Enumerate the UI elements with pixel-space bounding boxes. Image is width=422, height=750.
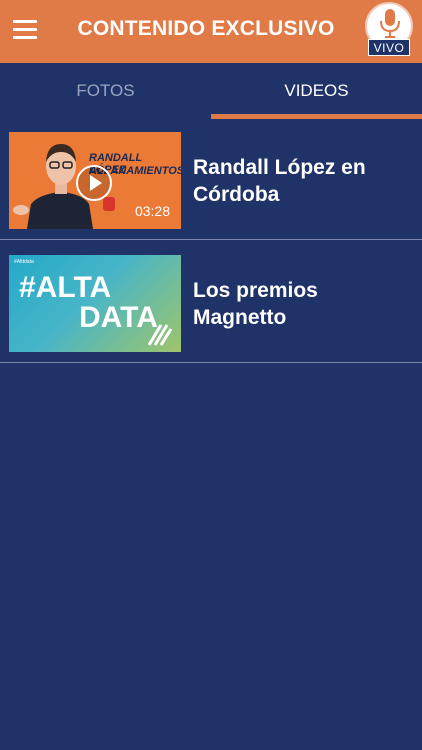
video-title[interactable]: Randall López en Córdoba — [193, 154, 403, 208]
active-tab-indicator — [211, 114, 422, 119]
tab-photos[interactable]: FOTOS — [0, 63, 211, 119]
tab-bar: FOTOS VIDEOS — [0, 63, 422, 119]
top-bar: CONTENIDO EXCLUSIVO VIVO — [0, 0, 422, 63]
video-duration: 03:28 — [134, 203, 170, 219]
live-badge: VIVO — [368, 39, 410, 56]
row-divider — [0, 362, 422, 363]
stripes-logo-icon — [147, 324, 173, 346]
row-divider — [0, 239, 422, 240]
video-thumbnail[interactable]: #Alttdata #ALTA DATA — [9, 255, 181, 352]
hamburger-menu-icon[interactable] — [13, 20, 37, 40]
thumbnail-caption: #ALTA — [19, 271, 112, 304]
video-title[interactable]: Los premios Magnetto — [193, 277, 403, 331]
video-thumbnail[interactable]: RANDALL LÓPEZ ALLANAMIENTOS 03:28 — [9, 132, 181, 229]
thumbnail-small-text: #Alttdata — [14, 259, 34, 265]
play-icon[interactable] — [75, 164, 113, 202]
tab-videos[interactable]: VIDEOS — [211, 63, 422, 119]
video-list-item[interactable]: RANDALL LÓPEZ ALLANAMIENTOS 03:28 Randal… — [0, 120, 422, 240]
page-title: CONTENIDO EXCLUSIVO — [77, 17, 335, 40]
microphone-icon — [380, 9, 400, 38]
video-list-item[interactable]: #Alttdata #ALTA DATA Los premios Magnett… — [0, 243, 422, 363]
live-radio-button[interactable]: VIVO — [364, 2, 416, 58]
